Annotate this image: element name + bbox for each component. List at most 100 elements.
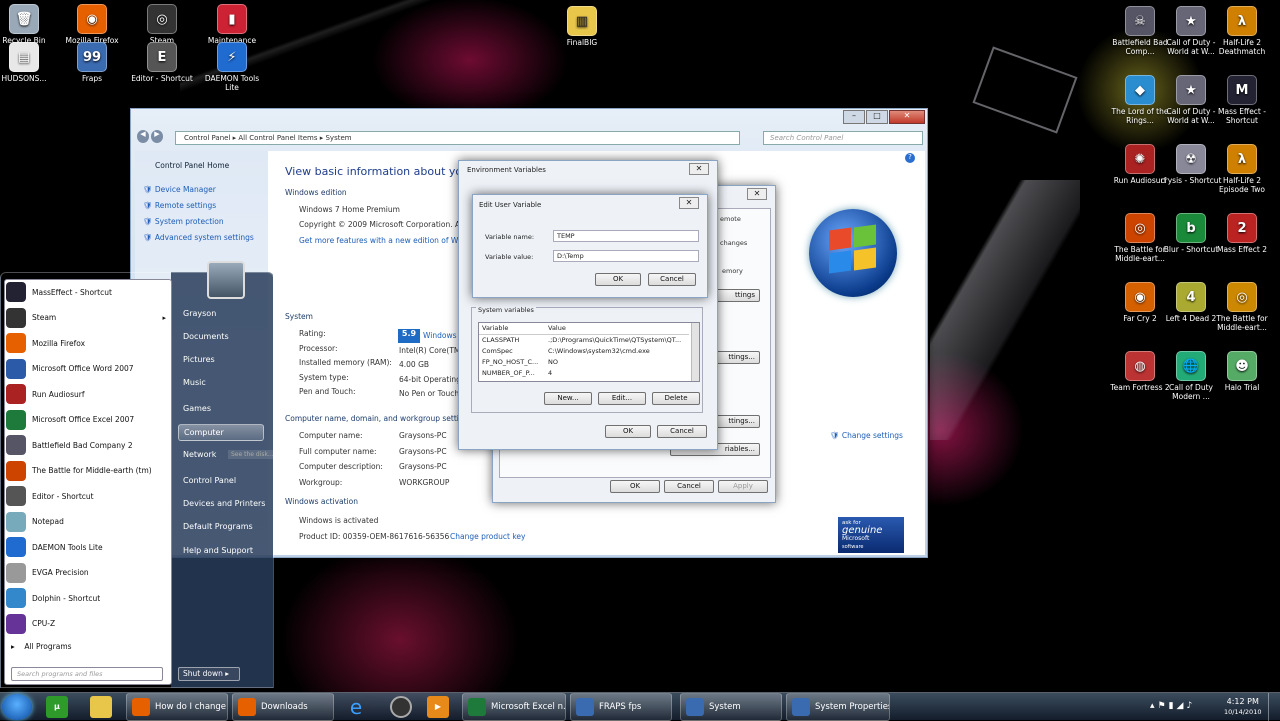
start-menu-link-help-and-support[interactable]: Help and Support (183, 546, 253, 555)
variable-name-input[interactable]: TEMP (553, 230, 699, 242)
table-row[interactable]: NUMBER_OF_P... 4 (479, 367, 689, 378)
start-menu-item-cpu-z[interactable]: CPU-Z (6, 613, 166, 635)
remote-settings-link[interactable]: 🛡 Remote settings (143, 201, 216, 210)
advanced-settings-link[interactable]: 🛡 Advanced system settings (143, 233, 254, 242)
desktop-icon-the-battle-for-middle-eart[interactable]: ◎ The Battle for Middle-eart... (1210, 282, 1274, 332)
table-row[interactable]: FP_NO_HOST_C... NO (479, 356, 689, 367)
help-icon[interactable]: ? (905, 153, 915, 163)
variable-value-input[interactable]: D:\Temp (553, 250, 699, 262)
start-menu-link-default-programs[interactable]: Default Programs (183, 522, 253, 531)
back-button[interactable]: ◀ (137, 130, 149, 143)
start-menu-item-daemon-tools-lite[interactable]: DAEMON Tools Lite (6, 536, 166, 558)
utorrent-icon[interactable]: µ (46, 696, 68, 718)
rating-badge[interactable]: 5.9 (398, 329, 420, 343)
start-menu-item-notepad[interactable]: Notepad (6, 511, 166, 533)
delete-button[interactable]: Delete (652, 392, 700, 405)
show-desktop-button[interactable] (1268, 693, 1280, 721)
system-protection-link[interactable]: 🛡 System protection (143, 217, 224, 226)
start-menu-item-mozilla-firefox[interactable]: Mozilla Firefox (6, 332, 166, 354)
start-menu-link-grayson[interactable]: Grayson (183, 309, 216, 318)
start-menu-item-the-battle-for-middle-earth-tm[interactable]: The Battle for Middle-earth (tm) (6, 460, 166, 482)
desktop-icon-mass-effect-2[interactable]: 2 Mass Effect 2 (1210, 213, 1274, 254)
system-tray[interactable]: ▴⚑▮◢♪ (1150, 701, 1195, 711)
scrollbar[interactable] (691, 323, 699, 381)
start-menu-item-evga-precision[interactable]: EVGA Precision (6, 562, 166, 584)
start-menu-item-steam[interactable]: Steam ▸ (6, 307, 166, 329)
apply-button[interactable]: Apply (718, 480, 768, 493)
media-player-icon[interactable]: ▶ (427, 696, 449, 718)
ie-icon[interactable]: e (345, 696, 367, 718)
breadcrumb-2[interactable]: System (325, 134, 351, 142)
cancel-button[interactable]: Cancel (664, 480, 714, 493)
start-menu-item-dolphin-shortcut[interactable]: Dolphin - Shortcut (6, 587, 166, 609)
desktop-icon-finalbig[interactable]: ▥ FinalBIG (550, 6, 614, 47)
folder-icon[interactable] (90, 696, 112, 718)
breadcrumb-0[interactable]: Control Panel (184, 134, 230, 142)
start-menu-link-network[interactable]: Network (183, 450, 216, 459)
desktop-icon-mass-effect-shortcut[interactable]: M Mass Effect - Shortcut (1210, 75, 1274, 125)
start-menu-link-computer[interactable]: Computer (178, 424, 264, 441)
desktop-icon-halo-trial[interactable]: ☻ Halo Trial (1210, 351, 1274, 392)
taskbar-button-system-properties[interactable]: System Properties (786, 693, 890, 721)
start-menu-item-microsoft-office-excel-2007[interactable]: Microsoft Office Excel 2007 (6, 409, 166, 431)
desktop-icon-half-life-2-deathmatch[interactable]: λ Half-Life 2 Deathmatch (1210, 6, 1274, 56)
control-panel-home-link[interactable]: Control Panel Home (155, 161, 229, 170)
taskbar-button-system[interactable]: System (680, 693, 782, 721)
start-menu-link-control-panel[interactable]: Control Panel (183, 476, 236, 485)
start-menu-item-microsoft-office-word-2007[interactable]: Microsoft Office Word 2007 (6, 358, 166, 380)
close-icon[interactable]: ✕ (689, 163, 709, 175)
close-icon[interactable]: ✕ (679, 197, 699, 209)
more-features-link[interactable]: Get more features with a new edition of … (299, 236, 470, 245)
forward-button[interactable]: ▶ (151, 130, 163, 143)
clock[interactable]: 4:12 PM 10/14/2010 (1224, 697, 1261, 717)
start-menu-item-battlefield-bad-company-2[interactable]: Battlefield Bad Company 2 (6, 434, 166, 456)
start-menu-item-masseffect-shortcut[interactable]: MassEffect - Shortcut (6, 281, 166, 303)
maximize-button[interactable]: □ (866, 110, 888, 124)
desktop-icon-editor-shortcut[interactable]: E Editor - Shortcut (130, 42, 194, 83)
tab-fragment[interactable]: emote (720, 215, 741, 223)
start-menu-link-music[interactable]: Music (183, 378, 206, 387)
start-menu-item-editor-shortcut[interactable]: Editor - Shortcut (6, 485, 166, 507)
cancel-button[interactable]: Cancel (657, 425, 707, 438)
edit-user-variable-dialog[interactable]: Edit User Variable ✕ Variable name: TEMP… (472, 194, 708, 298)
desktop-icon-half-life-2-episode-two[interactable]: λ Half-Life 2 Episode Two (1210, 144, 1274, 194)
start-search-input[interactable]: Search programs and files (11, 667, 163, 681)
taskbar-button-fraps-fps[interactable]: FRAPS fps (570, 693, 672, 721)
column-header[interactable]: Value (545, 323, 689, 335)
desktop-icon-steam[interactable]: ◎ Steam (130, 4, 194, 45)
start-menu-link-pictures[interactable]: Pictures (183, 355, 215, 364)
system-variables-list[interactable]: Variable Value CLASSPATH .;D:\Programs\Qui… (478, 322, 700, 382)
start-menu-item-run-audiosurf[interactable]: Run Audiosurf (6, 383, 166, 405)
search-input[interactable]: Search Control Panel (763, 131, 923, 145)
column-header[interactable]: Variable (479, 323, 545, 335)
taskbar-button-downloads[interactable]: Downloads (232, 693, 334, 721)
all-programs-button[interactable]: ▸ All Programs (11, 642, 161, 651)
desktop-icon-mozilla-firefox[interactable]: ◉ Mozilla Firefox (60, 4, 124, 45)
start-menu-link-games[interactable]: Games (183, 404, 211, 413)
steam-icon[interactable] (390, 696, 412, 718)
desktop-icon-hudsons[interactable]: ▤ HUDSONS... (0, 42, 56, 83)
desktop-icon-fraps[interactable]: 99 Fraps (60, 42, 124, 83)
desktop-icon-daemon-tools-lite[interactable]: ⚡ DAEMON Tools Lite (200, 42, 264, 92)
new-button[interactable]: New... (544, 392, 592, 405)
minimize-button[interactable]: – (843, 110, 865, 124)
ok-button[interactable]: OK (605, 425, 651, 438)
shutdown-button[interactable]: Shut down ▸ (178, 667, 240, 681)
taskbar-button-how-do-i-change[interactable]: How do I change ... (126, 693, 228, 721)
genuine-badge[interactable]: ask for genuine Microsoft software (838, 517, 904, 553)
ok-button[interactable]: OK (610, 480, 660, 493)
desktop-icon-recycle-bin[interactable]: 🗑 Recycle Bin (0, 4, 56, 45)
close-button[interactable]: ✕ (889, 110, 925, 124)
close-icon[interactable]: ✕ (747, 188, 767, 200)
edit-button[interactable]: Edit... (598, 392, 646, 405)
table-row[interactable]: ComSpec C:\Windows\system32\cmd.exe (479, 345, 689, 356)
table-row[interactable]: CLASSPATH .;D:\Programs\QuickTime\QTSyste… (479, 334, 689, 345)
taskbar-button-microsoft-excel-n[interactable]: Microsoft Excel n... (462, 693, 566, 721)
ok-button[interactable]: OK (595, 273, 641, 286)
change-product-key-link[interactable]: Change product key (450, 532, 525, 541)
change-settings-link[interactable]: 🛡 Change settings (830, 431, 903, 440)
cancel-button[interactable]: Cancel (648, 273, 696, 286)
desktop-icon-maintenance[interactable]: ▮ Maintenance (200, 4, 264, 45)
breadcrumb-1[interactable]: All Control Panel Items (238, 134, 317, 142)
device-manager-link[interactable]: 🛡 Device Manager (143, 185, 216, 194)
